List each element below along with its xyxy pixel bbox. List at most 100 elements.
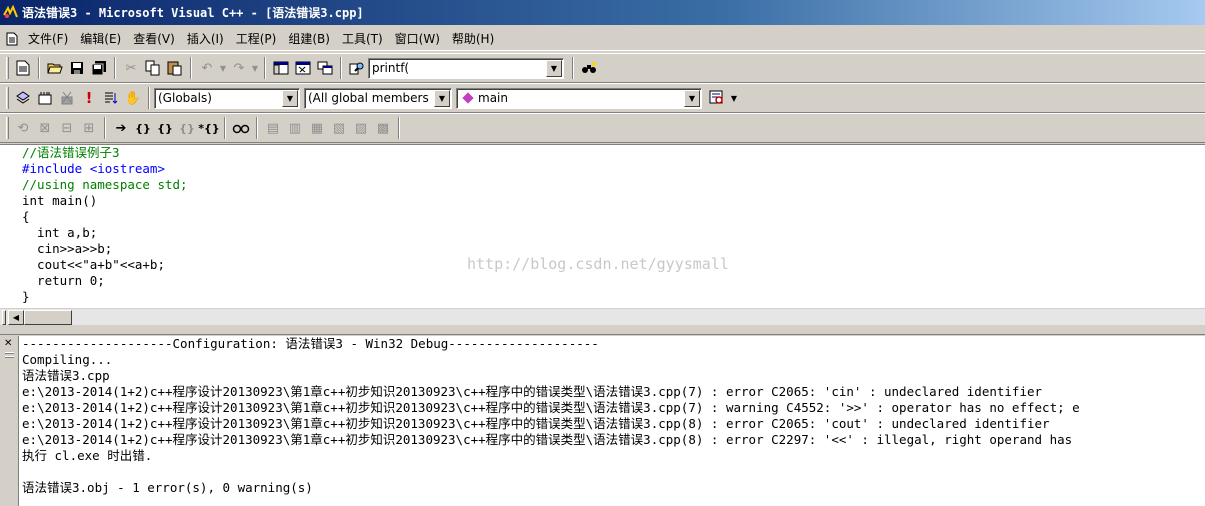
editor-horizontal-scrollbar[interactable]: ◀ — [0, 308, 1205, 325]
code-editor[interactable]: //语法错误例子3 #include <iostream> //using na… — [0, 144, 1205, 308]
call-stack-window-icon[interactable]: ▨ — [350, 117, 372, 139]
disassembly-window-icon[interactable]: ▩ — [372, 117, 394, 139]
memory-window-icon[interactable]: ▧ — [328, 117, 350, 139]
code-line: cout<<"a+b"<<a+b; — [22, 257, 165, 272]
save-icon[interactable] — [66, 57, 88, 79]
output-line[interactable]: e:\2013-2014(1+2)c++程序设计20130923\第1章c++初… — [22, 400, 1080, 416]
registers-window-icon[interactable]: ▦ — [306, 117, 328, 139]
redo-icon[interactable]: ↷ — [228, 57, 250, 79]
window-list-icon[interactable] — [314, 57, 336, 79]
menu-project[interactable]: 工程(P) — [230, 29, 283, 49]
toolbar-separator — [148, 87, 150, 109]
menu-tools[interactable]: 工具(T) — [336, 29, 389, 49]
watch-window-icon[interactable]: ▤ — [262, 117, 284, 139]
class-scope-combo[interactable]: (Globals) ▼ — [154, 87, 300, 109]
code-line: return 0; — [22, 273, 105, 288]
save-all-icon[interactable] — [88, 57, 110, 79]
document-icon[interactable] — [4, 31, 20, 47]
menu-window[interactable]: 窗口(W) — [389, 29, 446, 49]
scrollbar-thumb[interactable] — [24, 310, 72, 325]
go-debug-icon[interactable] — [100, 87, 122, 109]
toolbar-grip[interactable] — [6, 117, 9, 139]
break-execution-icon[interactable]: ⊟ — [56, 117, 78, 139]
window-title: 语法错误3 - Microsoft Visual C++ - [语法错误3.cp… — [22, 6, 364, 20]
wizard-action-dropdown-icon[interactable]: ▼ — [728, 87, 740, 109]
members-filter-combo[interactable]: (All global members ▼ — [304, 87, 452, 109]
code-line: int main() — [22, 193, 98, 208]
output-line[interactable]: e:\2013-2014(1+2)c++程序设计20130923\第1章c++初… — [22, 384, 1042, 400]
toolbar-separator — [38, 57, 40, 79]
output-line[interactable]: e:\2013-2014(1+2)c++程序设计20130923\第1章c++初… — [22, 416, 1050, 432]
pane-splitter[interactable] — [0, 325, 1205, 335]
stop-debugging-icon[interactable]: ⊠ — [34, 117, 56, 139]
compile-icon[interactable] — [12, 87, 34, 109]
workspace-icon[interactable] — [270, 57, 292, 79]
standard-toolbar: ✂ ↶ ▼ ↷ ▼ printf( ▼ — [0, 53, 1205, 83]
new-text-file-icon[interactable] — [12, 57, 34, 79]
open-folder-icon[interactable] — [44, 57, 66, 79]
scroll-left-arrow-icon[interactable]: ◀ — [8, 310, 24, 325]
code-line: int a,b; — [22, 225, 98, 240]
toolbar-grip[interactable] — [6, 57, 9, 79]
chevron-down-icon[interactable]: ▼ — [282, 89, 298, 107]
menu-help[interactable]: 帮助(H) — [446, 29, 500, 49]
output-line: --------------------Configuration: 语法错误3… — [22, 336, 599, 351]
toolbar-separator — [256, 117, 258, 139]
step-out-icon[interactable]: {} — [176, 117, 198, 139]
output-line[interactable]: e:\2013-2014(1+2)c++程序设计20130923\第1章c++初… — [22, 432, 1072, 448]
cut-icon[interactable]: ✂ — [120, 57, 142, 79]
step-over-icon[interactable]: {} — [154, 117, 176, 139]
toolbar-grip[interactable] — [6, 87, 9, 109]
copy-icon[interactable] — [142, 57, 164, 79]
toolbar-separator — [224, 117, 226, 139]
build-output-pane[interactable]: --------------------Configuration: 语法错误3… — [18, 336, 1205, 506]
variables-window-icon[interactable]: ▥ — [284, 117, 306, 139]
members-filter-value: (All global members — [308, 91, 429, 105]
undo-icon[interactable]: ↶ — [196, 57, 218, 79]
editor-gutter[interactable] — [0, 145, 18, 308]
code-line: cin>>a>>b; — [22, 241, 113, 256]
output-window-icon[interactable] — [292, 57, 314, 79]
show-next-statement-icon[interactable]: ➔ — [110, 117, 132, 139]
code-line: //using namespace std; — [22, 177, 188, 192]
dock-grip[interactable] — [5, 356, 14, 358]
split-box[interactable] — [2, 310, 6, 325]
wizard-action-icon[interactable] — [706, 87, 728, 109]
dock-grip[interactable] — [5, 352, 14, 354]
function-diamond-icon — [462, 92, 474, 104]
menu-build[interactable]: 组建(B) — [282, 29, 336, 49]
find-in-files-icon[interactable] — [346, 57, 368, 79]
code-line: } — [22, 289, 30, 304]
find-combo-value: printf( — [372, 61, 410, 75]
toolbar-separator — [114, 57, 116, 79]
apply-code-changes-icon[interactable]: ⊞ — [78, 117, 100, 139]
menu-insert[interactable]: 插入(I) — [181, 29, 230, 49]
build-icon[interactable] — [34, 87, 56, 109]
output-line: 语法错误3.obj - 1 error(s), 0 warning(s) — [22, 480, 313, 495]
run-to-cursor-icon[interactable]: *{} — [198, 117, 220, 139]
breakpoint-hand-icon[interactable]: ✋ — [122, 87, 144, 109]
close-icon[interactable]: ✕ — [4, 338, 12, 349]
function-combo[interactable]: main ▼ — [456, 87, 702, 109]
chevron-down-icon[interactable]: ▼ — [684, 89, 700, 107]
binoculars-icon[interactable] — [578, 57, 600, 79]
restart-icon[interactable]: ⟲ — [12, 117, 34, 139]
toolbar-separator — [104, 117, 106, 139]
stop-build-icon[interactable] — [56, 87, 78, 109]
undo-dropdown-icon[interactable]: ▼ — [218, 57, 228, 79]
visual-cpp-icon[interactable] — [3, 5, 18, 20]
paste-icon[interactable] — [164, 57, 186, 79]
redo-dropdown-icon[interactable]: ▼ — [250, 57, 260, 79]
chevron-down-icon[interactable]: ▼ — [546, 59, 562, 77]
menu-view[interactable]: 查看(V) — [127, 29, 181, 49]
menu-file[interactable]: 文件(F) — [22, 29, 74, 49]
code-line: #include <iostream> — [22, 161, 165, 176]
find-combo[interactable]: printf( ▼ — [368, 57, 564, 79]
chevron-down-icon[interactable]: ▼ — [434, 89, 450, 107]
execute-icon[interactable]: ! — [78, 87, 100, 109]
toolbar-separator — [264, 57, 266, 79]
menu-edit[interactable]: 编辑(E) — [74, 29, 127, 49]
step-into-icon[interactable]: {} — [132, 117, 154, 139]
output-pane-sidebar: ✕ — [0, 336, 18, 506]
quickwatch-glasses-icon[interactable] — [230, 117, 252, 139]
